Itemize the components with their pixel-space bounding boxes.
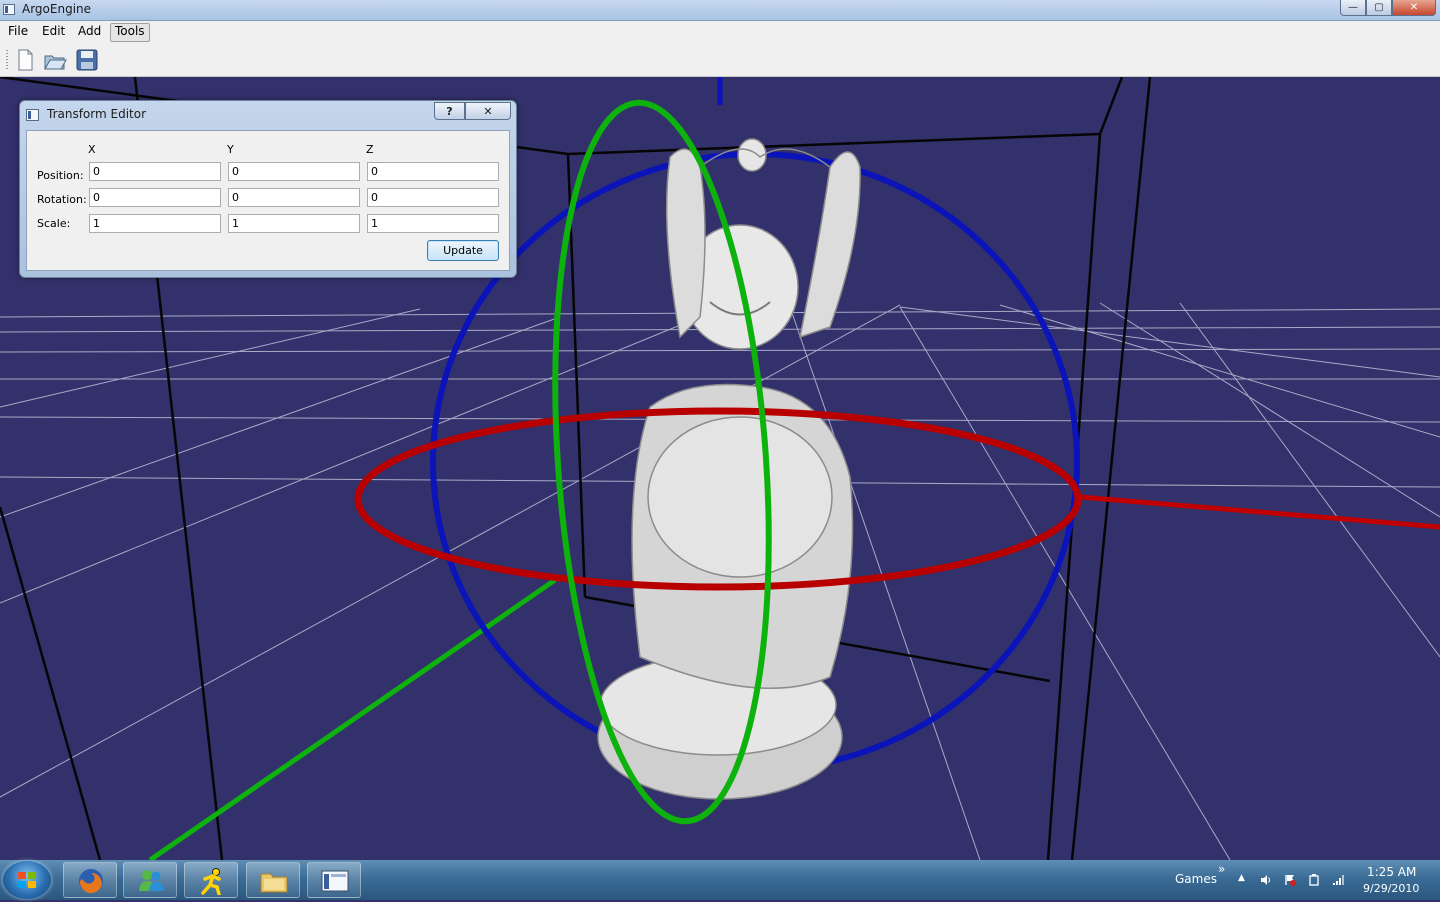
menu-add[interactable]: Add [74,23,105,40]
column-x-header: X [88,143,96,156]
column-y-header: Y [227,143,234,156]
save-disk-icon[interactable] [75,48,99,72]
x-axis-line [1079,494,1440,530]
dialog-window-icon [26,109,39,121]
open-folder-icon[interactable] [43,48,67,72]
messenger-icon [139,870,164,891]
title-bar: ArgoEngine — ▢ ✕ [0,0,1440,21]
aim-running-man-icon [201,868,221,895]
menu-bar: File Edit Add Tools [0,21,1440,42]
position-y-field[interactable] [228,162,360,181]
scale-x-field[interactable] [89,214,221,233]
windows-logo-icon [18,872,36,888]
taskbar-explorer[interactable] [246,862,300,898]
taskbar-firefox[interactable] [63,862,117,898]
close-button[interactable]: ✕ [1392,0,1436,16]
rotation-x-field[interactable] [89,188,221,207]
column-z-header: Z [366,143,374,156]
dialog-close-button[interactable]: ✕ [465,102,511,120]
toolbar-chevron[interactable]: » [1218,862,1225,876]
window-controls: — ▢ ✕ [1340,0,1436,17]
app-window-icon [3,4,15,15]
position-label: Position: [37,169,84,182]
update-button[interactable]: Update [427,240,499,261]
show-hidden-icons-arrow[interactable]: ▲ [1238,873,1245,883]
taskbar-aim[interactable] [184,862,238,898]
battery-plug-icon[interactable] [1308,874,1320,886]
action-center-flag-icon[interactable] [1284,874,1296,886]
menu-file[interactable]: File [4,23,32,40]
scale-y-field[interactable] [228,214,360,233]
scale-z-field[interactable] [367,214,499,233]
new-file-icon[interactable] [13,48,37,72]
games-toolbar-label[interactable]: Games [1175,872,1217,886]
scale-label: Scale: [37,217,71,230]
volume-icon[interactable] [1260,874,1272,886]
rotation-y-field[interactable] [228,188,360,207]
minimize-button[interactable]: — [1340,0,1366,16]
dialog-body: X Y Z Position: Rotation: Scale: Update [26,130,510,271]
rotation-z-field[interactable] [367,188,499,207]
dialog-help-button[interactable]: ? [434,102,465,120]
toolbar-grip[interactable] [6,50,8,70]
menu-edit[interactable]: Edit [38,23,69,40]
clock-time[interactable]: 1:25 AM [1367,865,1416,879]
maximize-button[interactable]: ▢ [1366,0,1392,16]
argoengine-window-icon [321,870,349,892]
start-orb-button[interactable] [3,861,51,899]
firefox-icon [79,869,103,894]
position-z-field[interactable] [367,162,499,181]
taskbar: Games » ▲ 1:25 AM 9/29/2010 [0,860,1440,900]
dialog-title: Transform Editor [47,107,147,121]
rotation-label: Rotation: [37,193,87,206]
menu-tools[interactable]: Tools [110,23,150,42]
y-axis-line [148,577,557,860]
clock-date[interactable]: 9/29/2010 [1363,882,1419,895]
transform-editor-dialog[interactable]: Transform Editor ? ✕ X Y Z Position: Rot… [19,100,517,278]
main-toolbar [0,42,1440,77]
explorer-folder-icon [260,873,288,893]
window-title: ArgoEngine [22,2,92,16]
network-signal-icon[interactable] [1332,874,1344,886]
position-x-field[interactable] [89,162,221,181]
taskbar-argoengine[interactable] [307,862,361,898]
taskbar-messenger[interactable] [123,862,177,898]
